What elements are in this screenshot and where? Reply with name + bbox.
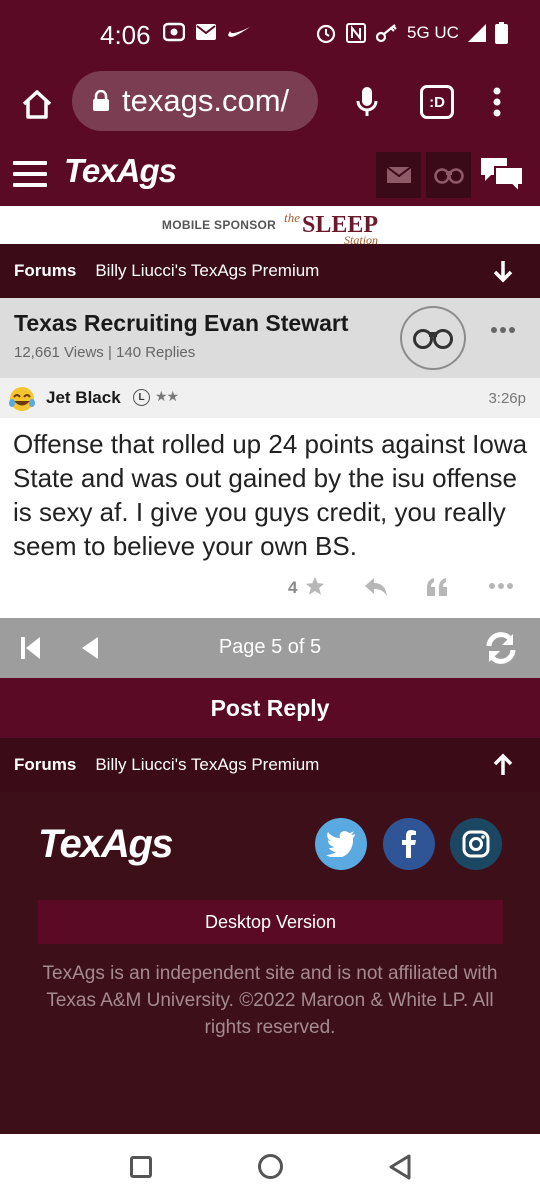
breadcrumb: Forums Billy Liucci's TexAgs Premium xyxy=(0,244,540,298)
system-navigation-bar xyxy=(0,1134,540,1200)
reply-icon[interactable] xyxy=(363,576,389,598)
notification-icons xyxy=(163,22,251,42)
footer-disclaimer: TexAgs is an independent site and is not… xyxy=(42,963,498,1038)
breadcrumb-bottom: Forums Billy Liucci's TexAgs Premium xyxy=(0,738,540,792)
lock-icon xyxy=(93,90,109,111)
more-vertical-icon xyxy=(493,87,501,117)
browser-home-button[interactable] xyxy=(17,84,57,124)
envelope-icon xyxy=(385,166,412,183)
hamburger-menu-icon[interactable] xyxy=(13,161,47,187)
post-more-icon[interactable] xyxy=(488,578,514,594)
post-timestamp: 3:26p xyxy=(488,390,526,407)
breadcrumb-forums-link[interactable]: Forums xyxy=(14,755,76,775)
instagram-link[interactable] xyxy=(450,818,502,870)
user-level-badge: L xyxy=(133,389,150,406)
status-bar: 4:06 5G UC xyxy=(0,0,540,68)
signal-icon xyxy=(467,24,486,42)
user-rank-stars: ★★ xyxy=(155,388,179,404)
mobile-sponsor-banner[interactable]: MOBILE SPONSOR the SLEEP Station xyxy=(0,206,540,247)
twitter-icon xyxy=(326,831,355,857)
thread-header: Texas Recruiting Evan Stewart 12,661 Vie… xyxy=(0,298,540,378)
quote-icon[interactable] xyxy=(425,576,449,598)
refresh-icon[interactable] xyxy=(483,632,519,664)
sponsor-logo: SLEEP Station xyxy=(302,212,378,247)
post-reply-button[interactable]: Post Reply xyxy=(0,678,540,738)
browser-toolbar: texags.com/ :D xyxy=(0,68,540,140)
network-label: 5G UC xyxy=(407,23,459,42)
star-icon[interactable] xyxy=(304,575,326,597)
breadcrumb-forums-link[interactable]: Forums xyxy=(14,261,76,281)
instagram-icon xyxy=(462,830,490,858)
site-logo[interactable]: TexAgs xyxy=(64,152,177,190)
home-circle-icon[interactable] xyxy=(258,1154,283,1179)
chat-icon[interactable] xyxy=(479,155,525,195)
breadcrumb-board-link[interactable]: Billy Liucci's TexAgs Premium xyxy=(95,261,319,281)
thread-stats: 12,661 Views | 140 Replies xyxy=(14,344,196,361)
tab-switcher-button[interactable]: :D xyxy=(420,85,454,119)
alarm-icon xyxy=(316,24,336,44)
key-icon xyxy=(375,24,397,43)
post-text: Offense that rolled up 24 points against… xyxy=(13,429,528,561)
pagination-bar: Page 5 of 5 xyxy=(0,618,540,678)
post-username[interactable]: Jet Black xyxy=(46,388,121,408)
user-avatar-icon[interactable] xyxy=(8,385,36,412)
voice-search-button[interactable] xyxy=(350,82,384,122)
microphone-icon xyxy=(356,87,378,116)
url-text: texags.com/ xyxy=(122,83,290,118)
site-footer: TexAgs Desktop Version TexAgs is an inde… xyxy=(0,792,540,1134)
home-icon xyxy=(22,90,52,119)
post-header: Jet Black L ★★ 3:26p xyxy=(0,378,540,418)
sponsor-label: MOBILE SPONSOR xyxy=(161,218,277,232)
footer-logo[interactable]: TexAgs xyxy=(38,822,174,867)
mail-notification-icon xyxy=(196,24,216,40)
browser-menu-button[interactable] xyxy=(484,82,510,122)
thread-more-icon[interactable] xyxy=(490,326,516,334)
twitter-link[interactable] xyxy=(315,818,367,870)
camera-notification-icon xyxy=(163,22,185,42)
nike-notification-icon xyxy=(228,27,250,37)
sponsor-brand-prefix: the xyxy=(284,210,301,225)
facebook-link[interactable] xyxy=(383,818,435,870)
facebook-icon xyxy=(402,830,416,858)
binoculars-icon xyxy=(413,329,453,349)
arrow-down-icon[interactable] xyxy=(492,259,514,283)
breadcrumb-board-link[interactable]: Billy Liucci's TexAgs Premium xyxy=(95,755,319,775)
nfc-icon xyxy=(346,23,366,43)
desktop-version-button[interactable]: Desktop Version xyxy=(38,900,503,944)
system-icons: 5G UC xyxy=(315,22,508,44)
site-header: TexAgs xyxy=(0,140,540,206)
like-count: 4 xyxy=(288,578,298,597)
watch-thread-button[interactable] xyxy=(400,306,466,370)
messages-button[interactable] xyxy=(376,152,421,198)
thread-title: Texas Recruiting Evan Stewart xyxy=(14,310,349,336)
post-actions: 4 xyxy=(0,574,540,604)
post-content: Offense that rolled up 24 points against… xyxy=(0,418,540,618)
status-time: 4:06 xyxy=(100,20,151,50)
binoculars-icon xyxy=(433,168,464,184)
battery-icon xyxy=(494,22,508,44)
back-icon[interactable] xyxy=(388,1154,412,1180)
page-indicator: Page 5 of 5 xyxy=(218,636,322,658)
address-bar[interactable]: texags.com/ xyxy=(72,71,318,131)
recent-apps-icon[interactable] xyxy=(130,1156,152,1178)
arrow-up-icon[interactable] xyxy=(492,753,514,777)
watch-list-button[interactable] xyxy=(426,152,471,198)
